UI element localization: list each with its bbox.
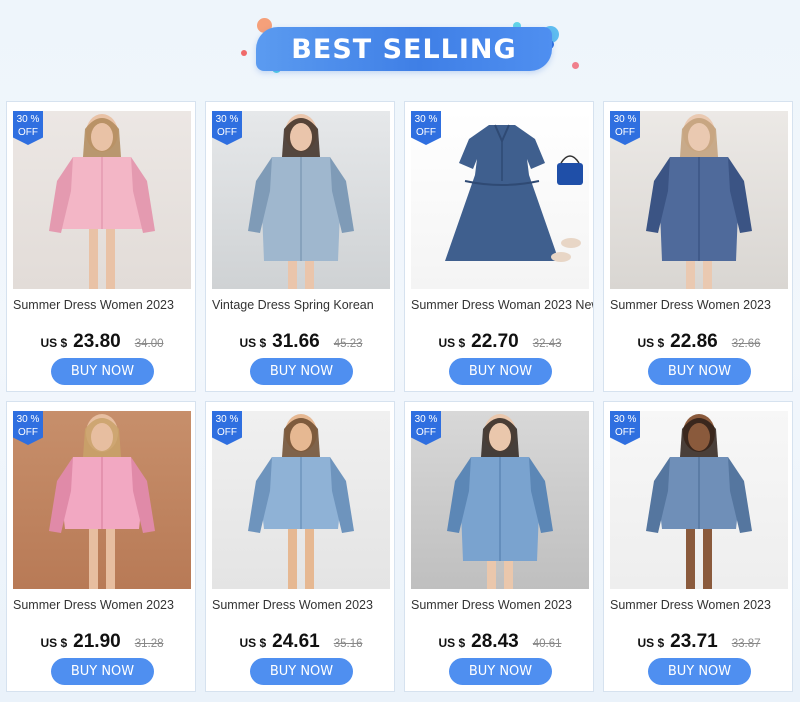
discount-percent: 30 %	[215, 114, 239, 125]
buy-now-button[interactable]: BUY NOW	[449, 658, 552, 685]
sale-price: 22.86	[670, 331, 718, 352]
product-card[interactable]: 30 % OFF Summer Dress Women 2023 US $ 22…	[603, 101, 793, 392]
original-price: 35.16	[333, 638, 363, 650]
discount-off-label: OFF	[217, 127, 237, 138]
discount-off-label: OFF	[416, 427, 436, 438]
sale-price: 28.43	[471, 631, 519, 652]
banner-title: BEST SELLING	[256, 27, 552, 71]
discount-percent: 30 %	[16, 114, 40, 125]
sale-price: 23.80	[73, 331, 121, 352]
price-row: US $ 21.90 31.28	[7, 631, 197, 653]
original-price: 45.23	[333, 338, 363, 350]
product-card[interactable]: 30 % OFF Summer Dress Women 2023 US $ 23…	[603, 401, 793, 692]
price-row: US $ 23.80 34.00	[7, 331, 197, 353]
buy-now-button[interactable]: BUY NOW	[250, 358, 353, 385]
discount-off-label: OFF	[18, 427, 38, 438]
discount-percent: 30 %	[613, 114, 637, 125]
product-grid: 30 % OFF Summer Dress Women 2023 US $ 23…	[6, 101, 798, 697]
sale-price: 23.71	[670, 631, 718, 652]
product-card[interactable]: 30 % OFF Vintage Dress Spring Korean US …	[205, 101, 395, 392]
header-banner: BEST SELLING	[0, 0, 800, 100]
discount-percent: 30 %	[414, 114, 438, 125]
price-row: US $ 23.71 33.87	[604, 631, 794, 653]
product-card[interactable]: 30 % OFF Summer Dress Women 2023 US $ 28…	[404, 401, 594, 692]
original-price: 40.61	[532, 638, 562, 650]
product-title[interactable]: Summer Dress Women 2023	[212, 598, 394, 612]
sale-price: 22.70	[471, 331, 519, 352]
decor-dot	[572, 62, 579, 69]
currency-label: US $	[40, 336, 68, 350]
discount-percent: 30 %	[613, 414, 637, 425]
product-title[interactable]: Summer Dress Woman 2023 New	[411, 298, 593, 312]
price-row: US $ 28.43 40.61	[405, 631, 595, 653]
discount-percent: 30 %	[215, 414, 239, 425]
sale-price: 21.90	[73, 631, 121, 652]
price-row: US $ 22.86 32.66	[604, 331, 794, 353]
buy-now-button[interactable]: BUY NOW	[648, 658, 751, 685]
decor-dot	[241, 50, 247, 56]
product-title[interactable]: Summer Dress Women 2023	[13, 298, 195, 312]
original-price: 34.00	[134, 338, 164, 350]
currency-label: US $	[637, 336, 665, 350]
currency-label: US $	[40, 636, 68, 650]
product-card[interactable]: 30 % OFF Summer Dress Woman 2023 New US …	[404, 101, 594, 392]
product-title[interactable]: Summer Dress Women 2023	[411, 598, 593, 612]
price-row: US $ 22.70 32.43	[405, 331, 595, 353]
product-title[interactable]: Summer Dress Women 2023	[610, 598, 792, 612]
product-card[interactable]: 30 % OFF Summer Dress Women 2023 US $ 23…	[6, 101, 196, 392]
original-price: 33.87	[731, 638, 761, 650]
discount-off-label: OFF	[615, 427, 635, 438]
original-price: 31.28	[134, 638, 164, 650]
buy-now-button[interactable]: BUY NOW	[648, 358, 751, 385]
discount-off-label: OFF	[615, 127, 635, 138]
sale-price: 31.66	[272, 331, 320, 352]
currency-label: US $	[637, 636, 665, 650]
product-title[interactable]: Vintage Dress Spring Korean	[212, 298, 394, 312]
currency-label: US $	[239, 636, 267, 650]
currency-label: US $	[438, 336, 466, 350]
discount-off-label: OFF	[18, 127, 38, 138]
discount-percent: 30 %	[414, 414, 438, 425]
product-title[interactable]: Summer Dress Women 2023	[610, 298, 792, 312]
price-row: US $ 31.66 45.23	[206, 331, 396, 353]
currency-label: US $	[239, 336, 267, 350]
sale-price: 24.61	[272, 631, 320, 652]
buy-now-button[interactable]: BUY NOW	[51, 358, 154, 385]
original-price: 32.66	[731, 338, 761, 350]
buy-now-button[interactable]: BUY NOW	[449, 358, 552, 385]
discount-off-label: OFF	[416, 127, 436, 138]
discount-percent: 30 %	[16, 414, 40, 425]
original-price: 32.43	[532, 338, 562, 350]
discount-off-label: OFF	[217, 427, 237, 438]
price-row: US $ 24.61 35.16	[206, 631, 396, 653]
currency-label: US $	[438, 636, 466, 650]
product-card[interactable]: 30 % OFF Summer Dress Women 2023 US $ 21…	[6, 401, 196, 692]
buy-now-button[interactable]: BUY NOW	[250, 658, 353, 685]
product-title[interactable]: Summer Dress Women 2023	[13, 598, 195, 612]
buy-now-button[interactable]: BUY NOW	[51, 658, 154, 685]
product-card[interactable]: 30 % OFF Summer Dress Women 2023 US $ 24…	[205, 401, 395, 692]
